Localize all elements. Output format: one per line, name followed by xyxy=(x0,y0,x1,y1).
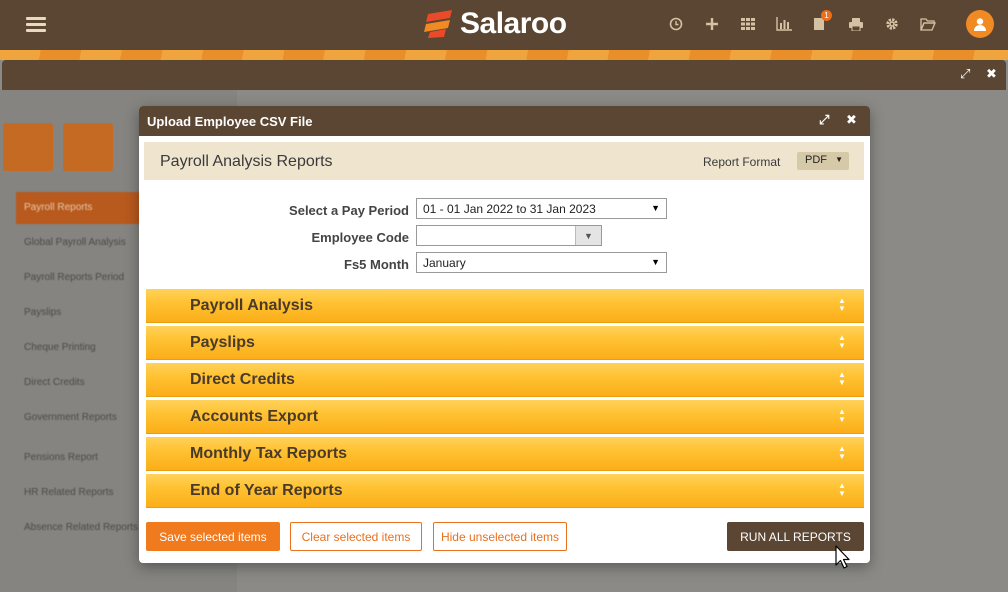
close-icon[interactable]: ✖ xyxy=(986,66,997,82)
background-sidebar-item: Payroll Reports xyxy=(16,192,146,224)
background-sidebar-item: HR Related Reports xyxy=(24,487,114,498)
notifications-icon[interactable]: 1 xyxy=(802,10,838,36)
save-selected-button[interactable]: Save selected items xyxy=(146,522,280,551)
minimize-icon[interactable]: ⤢ xyxy=(819,112,829,128)
report-format-value: PDF xyxy=(805,154,827,166)
sort-icon: ▲ ▼ xyxy=(838,444,846,461)
category-bar-payroll-analysis[interactable]: Payroll Analysis ▲ ▼ xyxy=(146,289,864,323)
menu-icon[interactable] xyxy=(26,14,46,34)
hide-unselected-button[interactable]: Hide unselected items xyxy=(433,522,567,551)
gear-icon[interactable] xyxy=(874,12,910,36)
background-panel-header: ⤢ ✖ xyxy=(2,60,1006,90)
clear-selected-button[interactable]: Clear selected items xyxy=(290,522,422,551)
category-label: Payroll Analysis xyxy=(190,297,314,314)
background-sidebar-item: Cheque Printing xyxy=(24,342,96,353)
sort-icon: ▲ ▼ xyxy=(838,481,846,498)
category-label: Direct Credits xyxy=(190,371,295,388)
folder-open-icon[interactable] xyxy=(910,12,946,36)
fs5-month-label: Fs5 Month xyxy=(344,257,409,272)
background-card-button xyxy=(63,123,113,171)
bar-chart-icon[interactable] xyxy=(766,12,802,36)
caret-down-icon: ▼ xyxy=(835,155,843,164)
report-format-select[interactable]: PDF ▼ xyxy=(797,152,849,170)
employee-code-label: Employee Code xyxy=(311,230,409,245)
modal-title: Upload Employee CSV File xyxy=(147,114,313,129)
grid-icon[interactable] xyxy=(730,12,766,36)
user-icon xyxy=(974,18,986,31)
background-sidebar-item: Payslips xyxy=(24,307,62,318)
background-sidebar-item: Global Payroll Analysis xyxy=(24,237,126,248)
modal-header: Upload Employee CSV File ⤢ ✖ xyxy=(139,106,870,136)
top-toolbar: 1 xyxy=(658,10,946,36)
notification-badge: 1 xyxy=(821,10,832,21)
user-avatar[interactable] xyxy=(966,10,994,38)
report-format-label: Report Format xyxy=(703,155,781,169)
category-bar-direct-credits[interactable]: Direct Credits ▲ ▼ xyxy=(146,363,864,397)
caret-down-icon[interactable]: ▼ xyxy=(575,226,601,245)
background-sidebar-item: Absence Related Reports xyxy=(24,522,138,533)
salaroo-logo-icon xyxy=(424,10,452,38)
category-label: Accounts Export xyxy=(190,408,319,425)
section-title: Payroll Analysis Reports xyxy=(160,153,333,170)
pay-period-label: Select a Pay Period xyxy=(289,203,409,218)
background-sidebar-item: Government Reports xyxy=(24,412,117,423)
background-sidebar-item: Payroll Reports Period xyxy=(24,272,125,283)
category-bar-payslips[interactable]: Payslips ▲ ▼ xyxy=(146,326,864,360)
minimize-icon[interactable]: ⤢ xyxy=(960,66,970,82)
close-icon[interactable]: ✖ xyxy=(846,112,857,128)
app-name: Salaroo xyxy=(460,7,567,40)
pay-period-select[interactable]: 01 - 01 Jan 2022 to 31 Jan 2023 ▼ xyxy=(416,198,667,219)
plus-icon[interactable] xyxy=(694,12,730,36)
background-sidebar-item: Direct Credits xyxy=(24,377,85,388)
caret-down-icon: ▼ xyxy=(651,257,660,267)
section-header: Payroll Analysis Reports Report Format P… xyxy=(144,142,864,180)
background-sidebar-item: Pensions Report xyxy=(24,452,98,463)
top-bar: Salaroo 1 xyxy=(0,0,1008,50)
clock-icon[interactable] xyxy=(658,12,694,36)
category-bar-monthly-tax-reports[interactable]: Monthly Tax Reports ▲ ▼ xyxy=(146,437,864,471)
category-label: Payslips xyxy=(190,334,255,351)
fs5-month-value: January xyxy=(423,256,466,270)
background-user-button xyxy=(3,123,53,171)
decorative-stripe xyxy=(0,50,1008,60)
sort-icon: ▲ ▼ xyxy=(838,296,846,313)
mouse-cursor-icon xyxy=(835,545,850,569)
upload-csv-modal: Upload Employee CSV File ⤢ ✖ Payroll Ana… xyxy=(139,106,870,563)
print-icon[interactable] xyxy=(838,12,874,36)
fs5-month-select[interactable]: January ▼ xyxy=(416,252,667,273)
employee-code-combobox[interactable]: ▼ xyxy=(416,225,602,246)
sort-icon: ▲ ▼ xyxy=(838,370,846,387)
sort-icon: ▲ ▼ xyxy=(838,407,846,424)
caret-down-icon: ▼ xyxy=(651,203,660,213)
category-bar-end-of-year-reports[interactable]: End of Year Reports ▲ ▼ xyxy=(146,474,864,508)
sort-icon: ▲ ▼ xyxy=(838,333,846,350)
category-label: Monthly Tax Reports xyxy=(190,445,348,462)
category-label: End of Year Reports xyxy=(190,482,343,499)
category-bar-accounts-export[interactable]: Accounts Export ▲ ▼ xyxy=(146,400,864,434)
logo[interactable]: Salaroo xyxy=(424,6,567,42)
pay-period-value: 01 - 01 Jan 2022 to 31 Jan 2023 xyxy=(423,202,596,216)
